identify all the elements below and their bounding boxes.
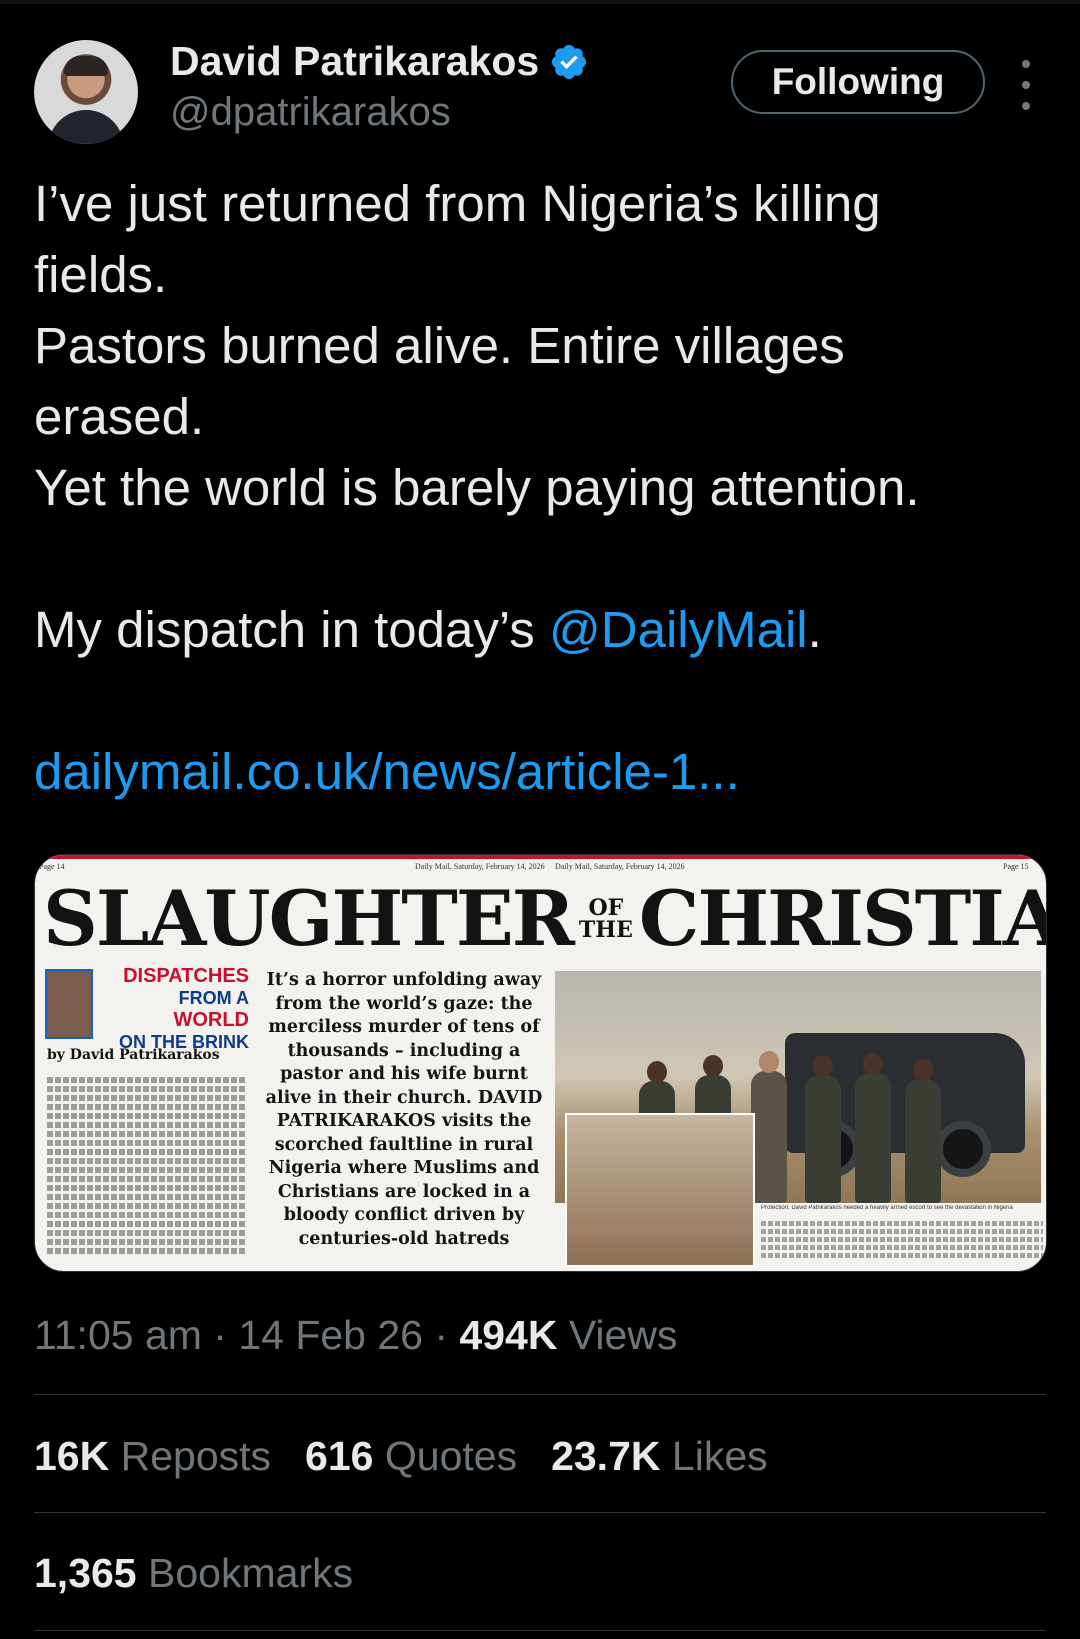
tweet-time[interactable]: 11:05 am xyxy=(34,1312,202,1358)
avatar[interactable] xyxy=(34,40,138,144)
reposts-label: Reposts xyxy=(120,1433,272,1479)
reposts-stat[interactable]: 16K Reposts xyxy=(34,1433,271,1480)
article-body-text xyxy=(761,1221,1043,1261)
following-button[interactable]: Following xyxy=(731,50,985,114)
bookmarks-count: 1,365 xyxy=(34,1550,137,1596)
top-separator xyxy=(0,0,1080,4)
bookmarks-label: Bookmarks xyxy=(148,1550,354,1596)
photo-person xyxy=(855,1053,891,1203)
verified-badge-icon xyxy=(552,44,587,79)
tweet-line: Yet the world is barely paying attention… xyxy=(34,459,920,516)
author-handle[interactable]: @dpatrikarakos xyxy=(170,90,451,135)
dispatch-period: . xyxy=(807,601,822,658)
world-word: WORLD xyxy=(173,1009,249,1031)
author-thumbnail xyxy=(45,969,93,1039)
headline-of-the: OF THE xyxy=(579,897,633,941)
dispatch-column: DISPATCHES FROM A WORLD ON THE BRINK by … xyxy=(43,965,251,1265)
inset-photo xyxy=(565,1113,755,1267)
more-dot xyxy=(1022,81,1030,89)
quotes-stat[interactable]: 616 Quotes xyxy=(305,1433,517,1480)
dispatches-word: DISPATCHES xyxy=(123,965,249,987)
divider xyxy=(34,1512,1046,1513)
attached-image[interactable]: Page 14 Daily Mail, Saturday, February 1… xyxy=(34,854,1047,1272)
tweet-header: David Patrikarakos @dpatrikarakos Follow… xyxy=(0,30,1080,150)
tweet-line: erased. xyxy=(34,388,205,445)
likes-count: 23.7K xyxy=(551,1433,661,1479)
newspaper-byline: by David Patrikarakos xyxy=(47,1047,220,1063)
headline-of: OF xyxy=(588,895,624,921)
engagement-stats: 16K Reposts 616 Quotes 23.7K Likes xyxy=(34,1433,768,1480)
article-link[interactable]: dailymail.co.uk/news/article-1... xyxy=(34,736,1054,807)
likes-label: Likes xyxy=(671,1433,768,1479)
page-number-right: Page 15 xyxy=(1003,862,1029,871)
views-label: Views xyxy=(557,1312,678,1358)
views-count[interactable]: 494K xyxy=(459,1312,557,1358)
avatar-hair xyxy=(64,56,108,76)
meta-separator: · xyxy=(201,1312,239,1358)
reposts-count: 16K xyxy=(34,1433,110,1479)
tweet-text: I’ve just returned from Nigeria’s killin… xyxy=(34,168,1054,807)
tweet-date[interactable]: 14 Feb 26 xyxy=(238,1312,423,1358)
more-options-icon[interactable] xyxy=(1018,60,1034,110)
author-name-row: David Patrikarakos xyxy=(170,38,589,85)
photo-person xyxy=(805,1055,841,1203)
headline-slaughter: SLAUGHTER xyxy=(43,874,575,963)
dispatch-text: My dispatch in today’s xyxy=(34,601,549,658)
mention-link[interactable]: @DailyMail xyxy=(549,601,808,658)
tweet-dispatch-line: My dispatch in today’s @DailyMail. xyxy=(34,594,1054,665)
photo-person xyxy=(751,1051,787,1203)
likes-stat[interactable]: 23.7K Likes xyxy=(551,1433,768,1480)
divider xyxy=(34,1394,1046,1395)
more-dot xyxy=(1022,102,1030,110)
newspaper-headline: SLAUGHTER OF THE CHRISTIANS xyxy=(43,874,1046,963)
article-standfirst: It’s a horror unfolding away from the wo… xyxy=(265,970,543,1249)
from-a-word: FROM A xyxy=(178,988,249,1008)
avatar-shirt xyxy=(48,110,124,144)
more-dot xyxy=(1022,60,1030,68)
bookmarks-stat[interactable]: 1,365 Bookmarks xyxy=(34,1550,353,1597)
author-name[interactable]: David Patrikarakos xyxy=(170,38,539,85)
headline-christians: CHRISTIANS xyxy=(638,874,1046,963)
tweet-line: fields. xyxy=(34,246,168,303)
tweet-line: I’ve just returned from Nigeria’s killin… xyxy=(34,175,881,232)
divider xyxy=(34,1630,1046,1631)
quotes-label: Quotes xyxy=(384,1433,518,1479)
dispatches-label: DISPATCHES FROM A WORLD ON THE BRINK xyxy=(99,965,249,1053)
tweet-line: Pastors burned alive. Entire villages xyxy=(34,317,845,374)
dateline-left: Daily Mail, Saturday, February 14, 2026 xyxy=(415,862,545,871)
article-body-text xyxy=(47,1077,247,1257)
dateline-right: Daily Mail, Saturday, February 14, 2026 xyxy=(555,862,685,871)
photo-caption: Protection: David Patrikarakos needed a … xyxy=(761,1205,1013,1211)
page-number-left: Page 14 xyxy=(39,862,65,871)
headline-the: THE xyxy=(578,917,633,943)
tweet-meta: 11:05 am · 14 Feb 26 · 494K Views xyxy=(34,1312,677,1359)
quotes-count: 616 xyxy=(305,1433,374,1479)
meta-separator: · xyxy=(422,1312,460,1358)
photo-person xyxy=(905,1059,941,1203)
photo-wheel xyxy=(935,1121,991,1177)
